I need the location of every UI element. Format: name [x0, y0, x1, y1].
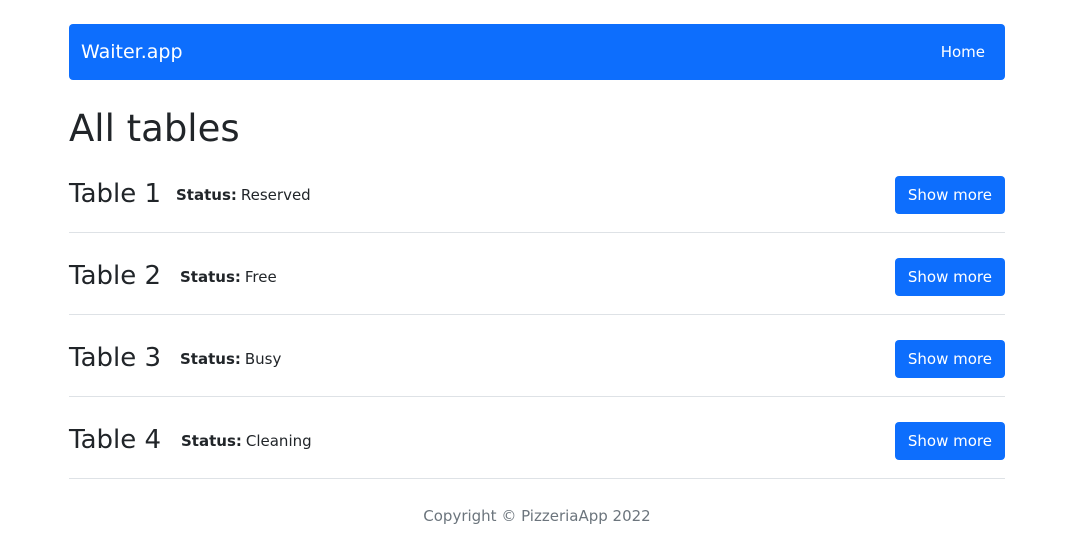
table-row: Table 1 Status: Reserved Show more	[69, 151, 1005, 233]
status-value: Reserved	[240, 186, 311, 204]
show-more-button[interactable]: Show more	[894, 258, 1005, 296]
table-list: Table 1 Status: Reserved Show more Table …	[69, 151, 1005, 479]
table-row: Table 4 Status: Cleaning Show more	[69, 397, 1005, 479]
status-label: Status:	[180, 268, 241, 286]
show-more-button[interactable]: Show more	[894, 340, 1005, 378]
show-more-button[interactable]: Show more	[894, 176, 1005, 214]
status-value: Free	[244, 268, 277, 286]
show-more-button[interactable]: Show more	[894, 422, 1005, 460]
table-status: Status: Reserved	[176, 185, 311, 205]
status-label: Status:	[176, 186, 237, 204]
table-row: Table 3 Status: Busy Show more	[69, 315, 1005, 397]
status-value: Cleaning	[245, 432, 312, 450]
footer-copyright: Copyright © PizzeriaApp 2022	[423, 507, 651, 525]
table-name: Table 4	[69, 425, 162, 455]
table-status: Status: Cleaning	[181, 431, 312, 451]
brand-link[interactable]: Waiter.app	[81, 39, 183, 65]
table-status: Status: Free	[180, 267, 277, 287]
navbar: Waiter.app Home	[69, 24, 1005, 80]
status-label: Status:	[180, 350, 241, 368]
page-title: All tables	[69, 107, 240, 150]
table-name: Table 2	[69, 261, 162, 291]
status-value: Busy	[244, 350, 282, 368]
table-name: Table 3	[69, 343, 162, 373]
table-status: Status: Busy	[180, 349, 281, 369]
status-label: Status:	[181, 432, 242, 450]
table-name: Table 1	[69, 179, 162, 209]
table-row: Table 2 Status: Free Show more	[69, 233, 1005, 315]
nav-link-home[interactable]: Home	[941, 42, 985, 62]
